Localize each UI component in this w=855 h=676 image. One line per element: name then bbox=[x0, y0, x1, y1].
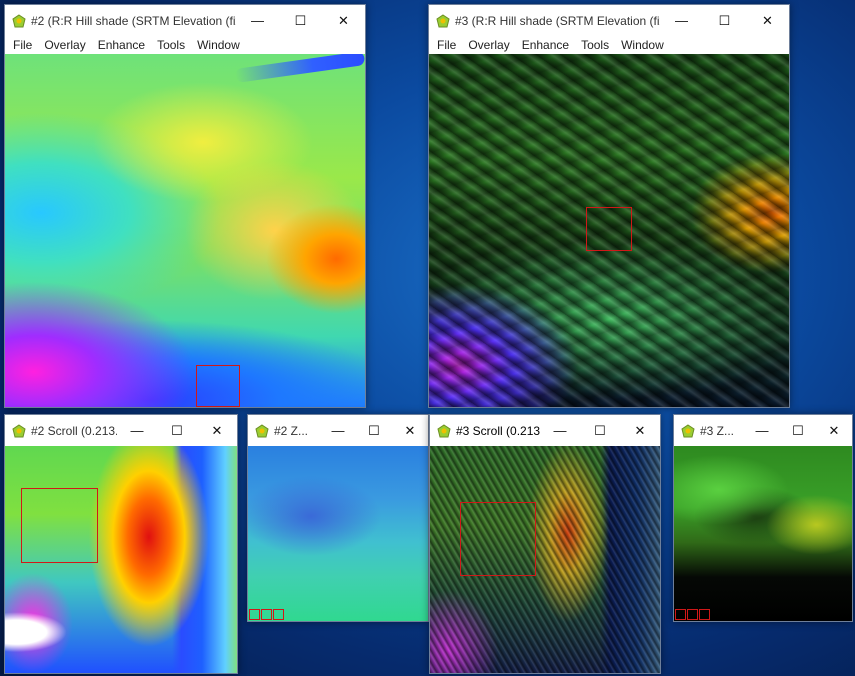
roi-box[interactable] bbox=[196, 365, 240, 407]
menu-window[interactable]: Window bbox=[191, 38, 246, 52]
minimize-button[interactable]: — bbox=[320, 415, 356, 446]
roi-box[interactable] bbox=[586, 207, 632, 251]
menu-enhance[interactable]: Enhance bbox=[92, 38, 151, 52]
window-2-titlebar[interactable]: #2 (R:R Hill shade (SRTM Elevation (fixe… bbox=[5, 5, 365, 36]
window-3-image[interactable]: #3 (R:R Hill shade (SRTM Elevation (fixe… bbox=[428, 4, 790, 408]
zoom-in-button[interactable] bbox=[261, 609, 272, 620]
close-button[interactable]: ✕ bbox=[197, 415, 237, 446]
menu-file[interactable]: File bbox=[431, 38, 462, 52]
app-icon bbox=[255, 423, 269, 437]
maximize-button[interactable]: ☐ bbox=[157, 415, 197, 446]
zoom-out-button[interactable] bbox=[675, 609, 686, 620]
minimize-button[interactable]: — bbox=[117, 415, 157, 446]
zoom-toggle-button[interactable] bbox=[699, 609, 710, 620]
minimize-button[interactable]: — bbox=[660, 5, 703, 36]
zoom-controls bbox=[249, 609, 285, 620]
window-2-menubar: File Overlay Enhance Tools Window bbox=[5, 36, 365, 54]
maximize-button[interactable]: ☐ bbox=[703, 5, 746, 36]
window-3-menubar: File Overlay Enhance Tools Window bbox=[429, 36, 789, 54]
roi-box[interactable] bbox=[460, 502, 536, 576]
window-3-scroll[interactable]: #3 Scroll (0.213... — ☐ ✕ bbox=[429, 414, 661, 674]
elevation-image-view[interactable] bbox=[5, 54, 365, 407]
window-2-title: #2 (R:R Hill shade (SRTM Elevation (fixe… bbox=[31, 13, 236, 28]
zoom-view[interactable] bbox=[674, 446, 852, 621]
app-icon bbox=[12, 423, 26, 437]
app-icon bbox=[12, 13, 26, 27]
menu-enhance[interactable]: Enhance bbox=[516, 38, 575, 52]
roi-box[interactable] bbox=[21, 488, 98, 563]
menu-overlay[interactable]: Overlay bbox=[38, 38, 91, 52]
close-button[interactable]: ✕ bbox=[392, 415, 428, 446]
maximize-button[interactable]: ☐ bbox=[279, 5, 322, 36]
window-3-zoom-titlebar[interactable]: #3 Z... — ☐ ✕ bbox=[674, 415, 852, 446]
close-button[interactable]: ✕ bbox=[620, 415, 660, 446]
app-icon bbox=[437, 423, 451, 437]
maximize-button[interactable]: ☐ bbox=[356, 415, 392, 446]
hillshade-image-view[interactable] bbox=[429, 54, 789, 407]
window-2-zoom-titlebar[interactable]: #2 Z... — ☐ ✕ bbox=[248, 415, 428, 446]
window-3-zoom-title: #3 Z... bbox=[700, 423, 735, 438]
window-2-scroll[interactable]: #2 Scroll (0.213... — ☐ ✕ bbox=[4, 414, 238, 674]
window-2-zoom-title: #2 Z... bbox=[274, 423, 309, 438]
maximize-button[interactable]: ☐ bbox=[780, 415, 816, 446]
zoom-controls bbox=[675, 609, 711, 620]
menu-tools[interactable]: Tools bbox=[151, 38, 191, 52]
window-2-zoom[interactable]: #2 Z... — ☐ ✕ bbox=[247, 414, 429, 622]
app-icon bbox=[436, 13, 450, 27]
app-icon bbox=[681, 423, 695, 437]
zoom-view[interactable] bbox=[248, 446, 428, 621]
close-button[interactable]: ✕ bbox=[816, 415, 852, 446]
menu-file[interactable]: File bbox=[7, 38, 38, 52]
river-highlight bbox=[234, 54, 365, 83]
zoom-in-button[interactable] bbox=[687, 609, 698, 620]
close-button[interactable]: ✕ bbox=[746, 5, 789, 36]
menu-tools[interactable]: Tools bbox=[575, 38, 615, 52]
minimize-button[interactable]: — bbox=[744, 415, 780, 446]
window-3-titlebar[interactable]: #3 (R:R Hill shade (SRTM Elevation (fixe… bbox=[429, 5, 789, 36]
window-2-image[interactable]: #2 (R:R Hill shade (SRTM Elevation (fixe… bbox=[4, 4, 366, 408]
close-button[interactable]: ✕ bbox=[322, 5, 365, 36]
window-2-scroll-title: #2 Scroll (0.213... bbox=[31, 423, 117, 438]
window-2-scroll-titlebar[interactable]: #2 Scroll (0.213... — ☐ ✕ bbox=[5, 415, 237, 446]
minimize-button[interactable]: — bbox=[236, 5, 279, 36]
zoom-toggle-button[interactable] bbox=[273, 609, 284, 620]
scroll-overview-view[interactable] bbox=[430, 446, 660, 673]
window-3-scroll-titlebar[interactable]: #3 Scroll (0.213... — ☐ ✕ bbox=[430, 415, 660, 446]
window-3-scroll-title: #3 Scroll (0.213... bbox=[456, 423, 540, 438]
window-3-zoom[interactable]: #3 Z... — ☐ ✕ bbox=[673, 414, 853, 622]
minimize-button[interactable]: — bbox=[540, 415, 580, 446]
menu-window[interactable]: Window bbox=[615, 38, 670, 52]
zoom-out-button[interactable] bbox=[249, 609, 260, 620]
maximize-button[interactable]: ☐ bbox=[580, 415, 620, 446]
window-3-title: #3 (R:R Hill shade (SRTM Elevation (fixe… bbox=[455, 13, 660, 28]
scroll-overview-view[interactable] bbox=[5, 446, 237, 673]
menu-overlay[interactable]: Overlay bbox=[462, 38, 515, 52]
